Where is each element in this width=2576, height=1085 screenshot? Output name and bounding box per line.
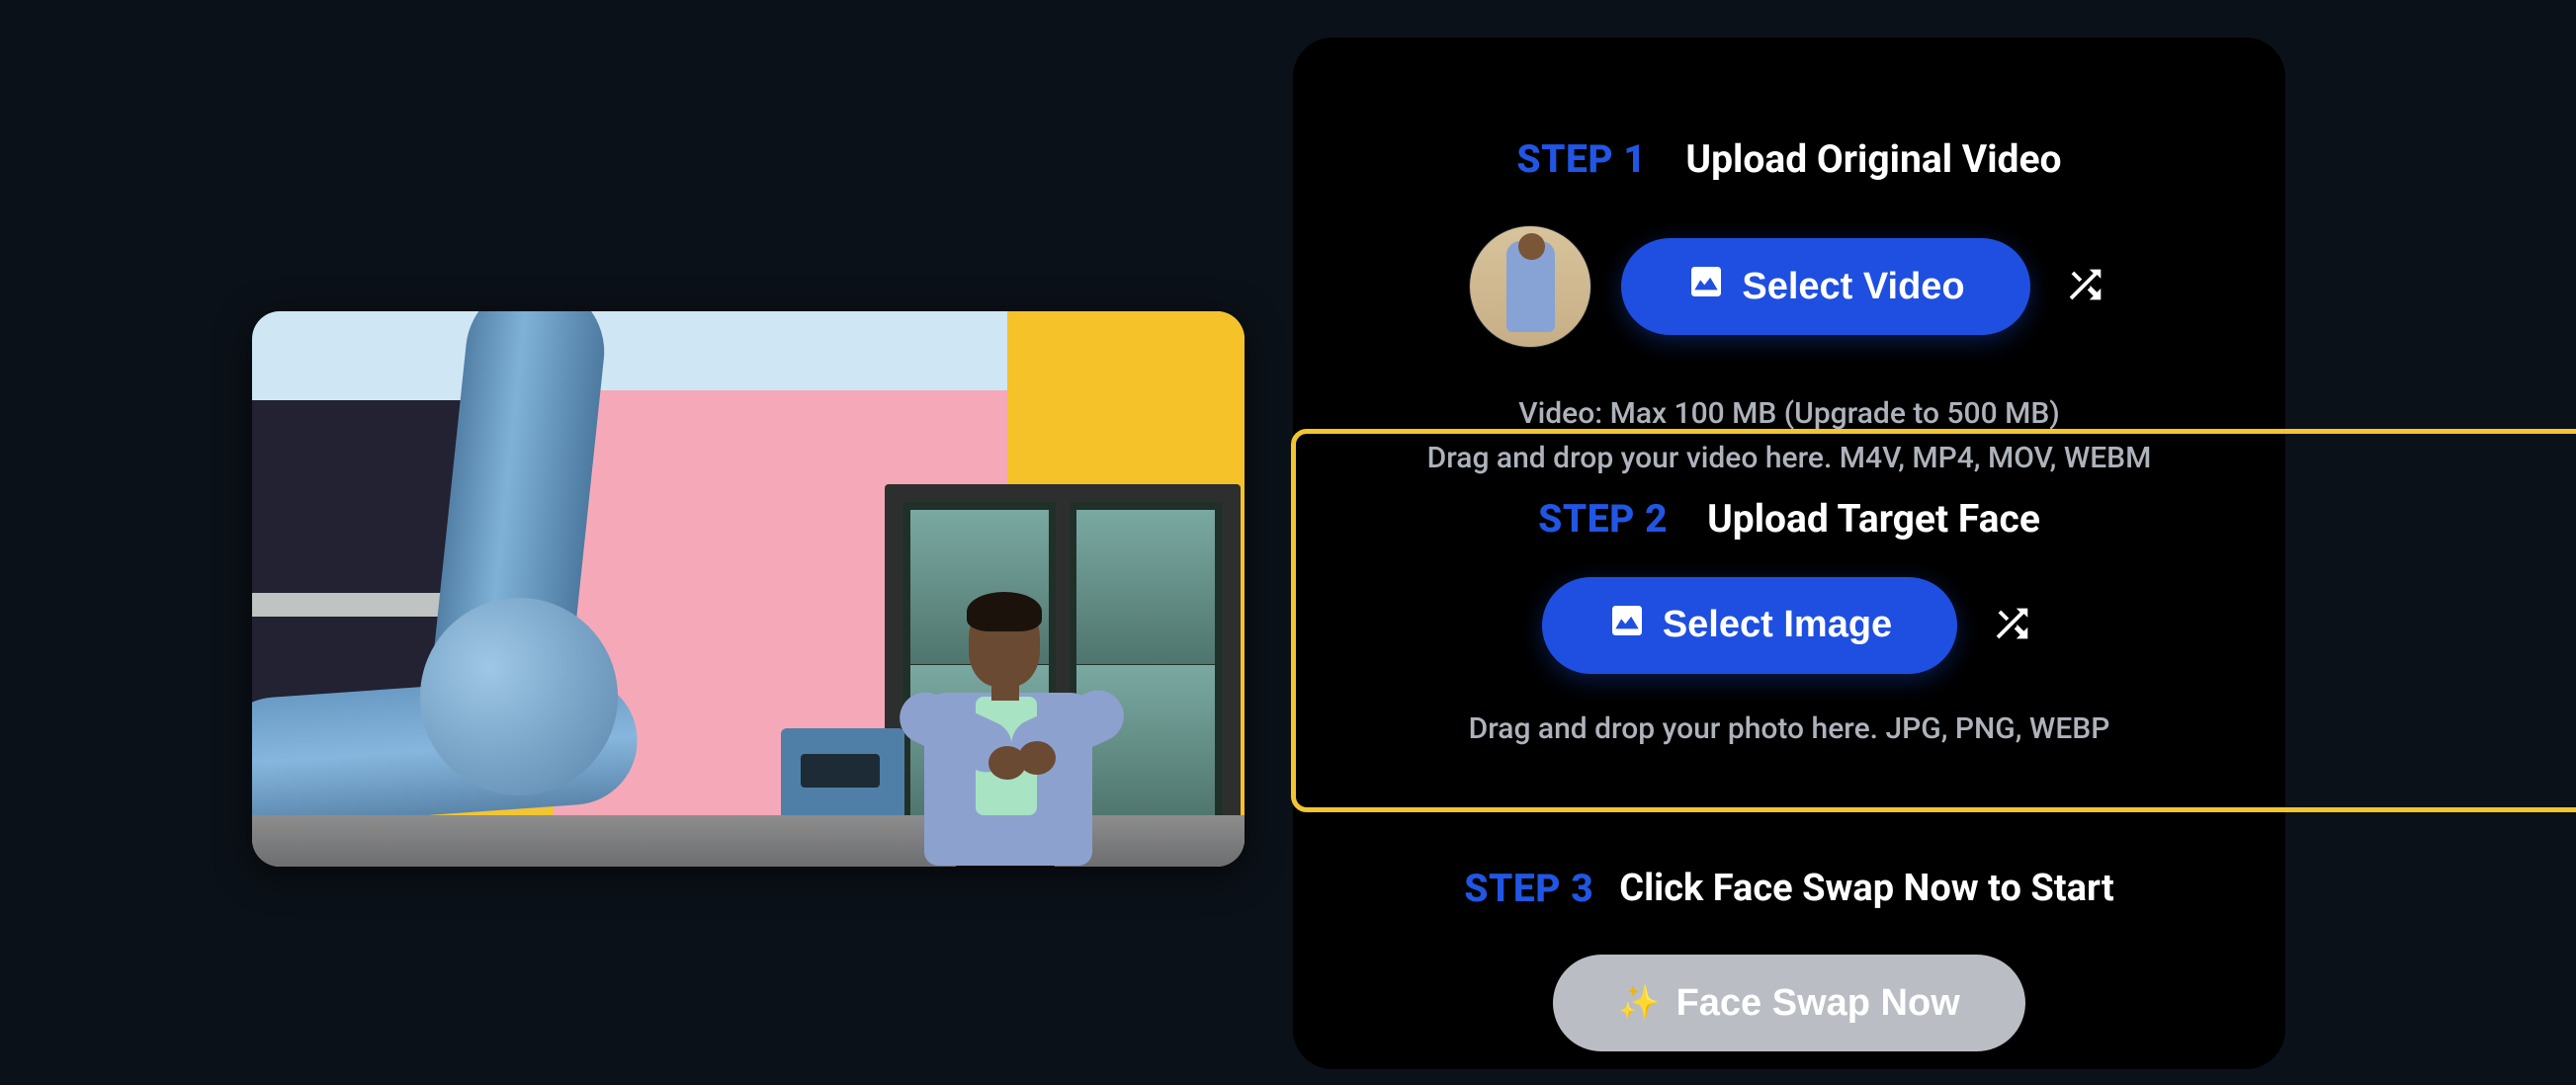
step-2-section: STEP 2 Upload Target Face Select Image (1296, 434, 2282, 807)
shuffle-image-button[interactable] (1987, 601, 2036, 650)
face-swap-now-button[interactable]: ✨ Face Swap Now (1553, 955, 2025, 1051)
select-video-label: Select Video (1742, 266, 1964, 308)
select-image-button[interactable]: Select Image (1542, 577, 1957, 674)
step-1-title: Upload Original Video (1685, 136, 2061, 182)
shuffle-video-button[interactable] (2060, 262, 2109, 311)
step-3-label: STEP 3 (1464, 866, 1593, 911)
preview-pipe-joint (420, 598, 618, 795)
preview-dancer (845, 598, 1181, 867)
image-icon (1686, 262, 1726, 311)
shuffle-icon (2062, 262, 2107, 311)
video-preview[interactable] (252, 311, 1245, 867)
step-2-label: STEP 2 (1538, 496, 1668, 542)
select-image-label: Select Image (1663, 604, 1892, 646)
step-2-title: Upload Target Face (1707, 496, 2040, 542)
step-3-title: Click Face Swap Now to Start (1619, 867, 2113, 910)
sparkle-icon: ✨ (1618, 983, 1660, 1023)
image-formats-hint: Drag and drop your photo here. JPG, PNG,… (1469, 711, 2110, 746)
step-2-highlight: STEP 2 Upload Target Face Select Image (1291, 429, 2576, 812)
shuffle-icon (1989, 601, 2034, 650)
select-video-button[interactable]: Select Video (1621, 238, 2029, 335)
step-3-section: STEP 3 Click Face Swap Now to Start ✨ Fa… (1293, 866, 2285, 1051)
app-stage: STEP 1 Upload Original Video Select Vide… (0, 0, 2576, 1085)
face-swap-now-label: Face Swap Now (1676, 982, 1960, 1025)
video-thumbnail[interactable] (1469, 225, 1591, 348)
step-1-label: STEP 1 (1516, 136, 1646, 182)
image-icon (1607, 601, 1647, 650)
steps-panel: STEP 1 Upload Original Video Select Vide… (1293, 38, 2285, 1069)
